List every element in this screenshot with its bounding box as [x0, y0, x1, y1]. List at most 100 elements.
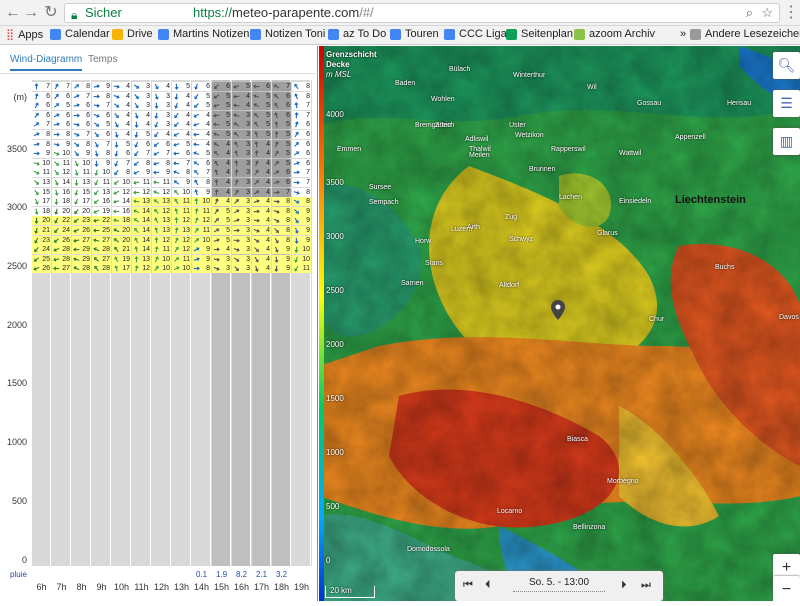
wind-speed: 3: [152, 111, 171, 120]
reload-icon[interactable]: ↻: [42, 4, 60, 22]
panel-tabs: Wind-Diagramm Temps: [0, 46, 318, 74]
map-view[interactable]: GrenzschichtDeckem MSL 4000 3500 3000 25…: [319, 46, 800, 601]
bookmark-az-todo[interactable]: az To Do: [328, 28, 386, 40]
wind-arrow-icon: [293, 237, 300, 244]
bookmark-apps[interactable]: ⣿Apps: [6, 28, 43, 41]
wind-speed: 11: [32, 168, 51, 177]
place-label: Davos: [779, 314, 799, 321]
wind-arrow-icon: [173, 246, 180, 253]
place-label: Meilen: [469, 152, 490, 159]
wind-speed: 6: [52, 92, 71, 101]
wind-arrow-icon: [133, 150, 140, 157]
wind-arrow-icon: [53, 121, 60, 128]
wind-arrow-icon: [213, 246, 220, 253]
wind-arrow-icon: [153, 169, 160, 176]
wind-speed: 28: [92, 245, 111, 254]
wind-arrow-icon: [233, 83, 240, 90]
wind-speed: 3: [132, 82, 151, 91]
wind-speed: 13: [152, 197, 171, 206]
bookmark-drive[interactable]: Drive: [112, 28, 153, 40]
settings-button[interactable]: ☰: [773, 90, 800, 117]
forward-icon[interactable]: →: [22, 4, 40, 22]
wind-speed: 14: [112, 197, 131, 206]
chart-button[interactable]: ▥: [773, 128, 800, 155]
wind-arrow-icon: [133, 198, 140, 205]
wind-speed: 8: [72, 82, 91, 91]
time-control: ⏮︎ ⏴︎ So. 5. - 13:00 ⏵︎ ⏭︎: [455, 571, 663, 601]
tab-wind-diagram[interactable]: Wind-Diagramm: [10, 54, 82, 71]
wind-speed: 3: [232, 197, 251, 206]
sliders-icon: ☰: [780, 95, 793, 112]
bookmark-ccc-liga[interactable]: CCC Liga: [444, 28, 507, 40]
bookmark-other[interactable]: Andere Lesezeichen: [690, 28, 800, 40]
calendar-icon: [50, 29, 61, 40]
bookmark-overflow[interactable]: »: [680, 28, 686, 40]
time-slider[interactable]: [513, 591, 605, 595]
wind-speed: 7: [32, 120, 51, 129]
bookmark-touren[interactable]: Touren: [390, 28, 439, 40]
wind-arrow-icon: [273, 141, 280, 148]
location-marker-icon[interactable]: [551, 300, 565, 320]
url-text[interactable]: https://meteo-parapente.com/#/: [193, 4, 374, 22]
skip-forward-icon[interactable]: ⏭︎: [641, 579, 651, 592]
wind-arrow-icon: [213, 208, 220, 215]
wind-arrow-icon: [153, 217, 160, 224]
bookmark-label: CCC Liga: [459, 28, 507, 40]
wind-arrow-icon: [253, 189, 260, 196]
place-label: Bremgarten: [415, 122, 452, 129]
wind-arrow-icon: [113, 160, 120, 167]
wind-speed: 20: [32, 216, 51, 225]
wind-speed: 4: [112, 130, 131, 139]
search-button[interactable]: 🔍︎: [773, 52, 800, 79]
wind-speed: 4: [192, 111, 211, 120]
wind-speed: 3: [232, 168, 251, 177]
wind-speed: 21: [32, 226, 51, 235]
bookmark-label: Touren: [405, 28, 439, 40]
wind-speed: 3: [232, 188, 251, 197]
bookmark-azoom-archiv[interactable]: azoom Archiv: [574, 28, 655, 40]
wind-arrow-icon: [293, 150, 300, 157]
step-forward-icon[interactable]: ⏵︎: [621, 579, 627, 592]
x-tick: 9h: [92, 582, 111, 592]
time-label: So. 5. - 13:00: [455, 577, 663, 588]
wind-arrow-icon: [113, 179, 120, 186]
wind-arrow-icon: [233, 217, 240, 224]
wind-arrow-icon: [153, 246, 160, 253]
wind-arrow-icon: [273, 256, 280, 263]
y-tick: 1500: [7, 378, 27, 388]
search-icon[interactable]: ⌕: [746, 4, 753, 22]
terrain-map[interactable]: [319, 46, 800, 601]
wind-arrow-icon: [293, 208, 300, 215]
bookmark-seitenplan[interactable]: Seitenplan: [506, 28, 573, 40]
star-icon[interactable]: ☆: [761, 4, 773, 22]
wind-arrow-icon: [273, 237, 280, 244]
wind-speed: 6: [292, 120, 311, 129]
bookmark-martins-notizen[interactable]: Martins Notizen: [158, 28, 249, 40]
tab-temps[interactable]: Temps: [88, 54, 117, 65]
wind-speed: 3: [232, 130, 251, 139]
wind-speed: 7: [292, 111, 311, 120]
wind-arrow-icon: [273, 179, 280, 186]
place-label: Bellinzona: [573, 524, 605, 531]
wind-speed: 10: [92, 168, 111, 177]
wind-arrow-icon: [73, 102, 80, 109]
wind-arrow-icon: [53, 179, 60, 186]
wind-speed: 7: [32, 82, 51, 91]
wind-speed: 5: [192, 101, 211, 110]
bookmark-calendar[interactable]: Calendar: [50, 28, 110, 40]
wind-arrow-icon: [253, 256, 260, 263]
bookmark-notizen-toni[interactable]: Notizen Toni: [250, 28, 325, 40]
place-label: Appenzell: [675, 134, 706, 141]
wind-speed: 7: [72, 92, 91, 101]
wind-speed: 15: [72, 188, 91, 197]
wind-arrow-icon: [33, 83, 40, 90]
wind-speed: 13: [132, 197, 151, 206]
wind-speed: 8: [92, 149, 111, 158]
zoom-out-button[interactable]: −: [773, 576, 800, 601]
menu-icon[interactable]: ⋮: [782, 4, 800, 22]
wind-arrow-icon: [233, 237, 240, 244]
back-icon[interactable]: ←: [4, 4, 22, 22]
wind-speed: 4: [132, 120, 151, 129]
address-bar[interactable]: 🔒︎ Sicher https://meteo-parapente.com/#/…: [64, 3, 780, 23]
wind-speed: 14: [132, 245, 151, 254]
